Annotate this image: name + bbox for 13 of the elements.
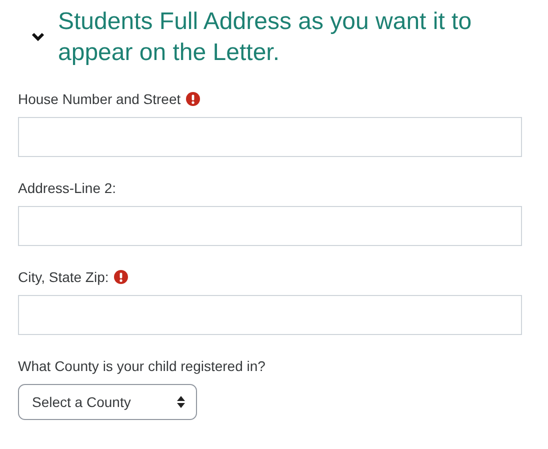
field-label: City, State Zip: — [18, 268, 109, 286]
sort-caret-icon — [177, 396, 185, 408]
county-select[interactable]: Select a County — [18, 384, 197, 420]
field-label: What County is your child registered in? — [18, 357, 266, 375]
chevron-down-icon — [31, 32, 45, 42]
field-label: Address-Line 2: — [18, 179, 116, 197]
input-field[interactable] — [18, 295, 522, 335]
field-label: House Number and Street — [18, 90, 181, 108]
required-icon — [114, 270, 128, 284]
input-field[interactable] — [18, 117, 522, 157]
input-field[interactable] — [18, 206, 522, 246]
required-icon — [186, 92, 200, 106]
section-title: Students Full Address as you want it to appear on the Letter. — [58, 7, 473, 68]
